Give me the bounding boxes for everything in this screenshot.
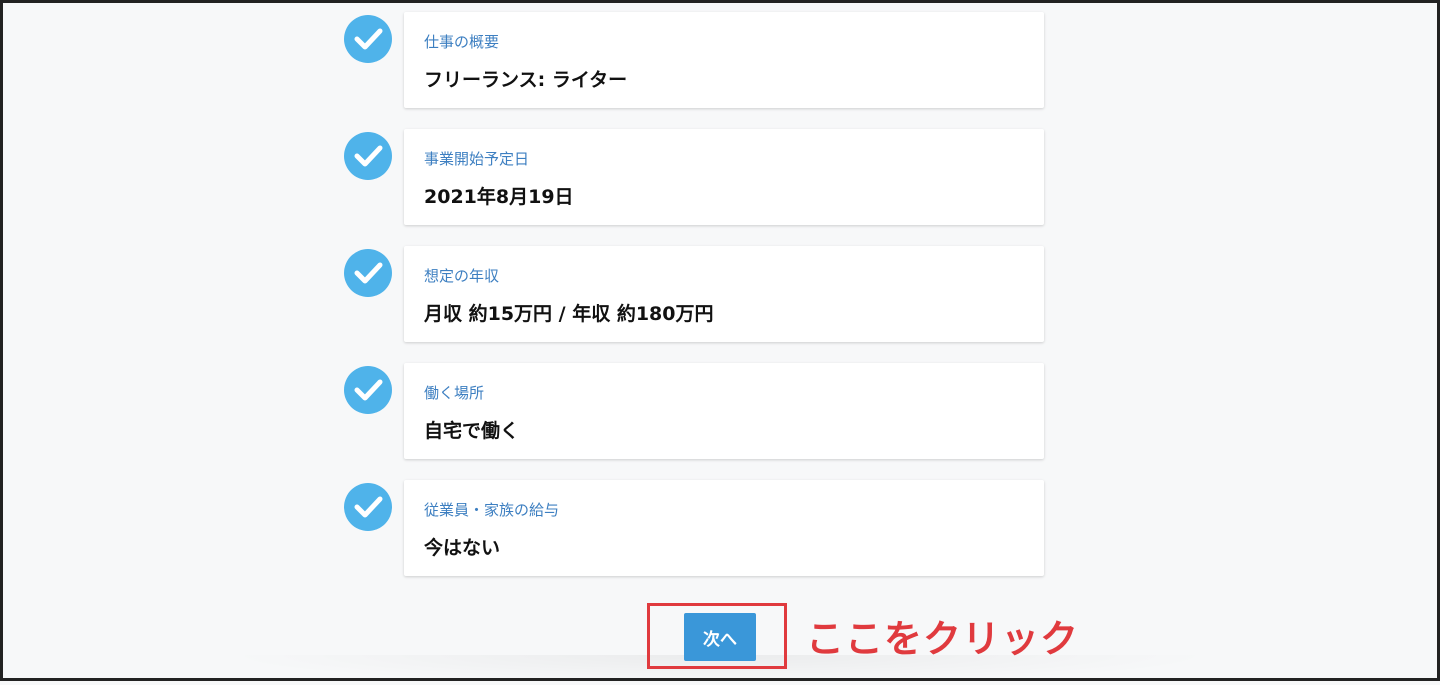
card-label: 仕事の概要 [424, 33, 500, 51]
card-value: 2021年8月19日 [424, 186, 574, 208]
summary-card: 事業開始予定日 2021年8月19日 [404, 129, 1044, 225]
card-label: 事業開始予定日 [424, 150, 530, 168]
summary-card: 仕事の概要 フリーランス: ライター [404, 12, 1044, 108]
summary-item-start-date: 事業開始予定日 2021年8月19日 [344, 129, 1044, 225]
check-circle-icon [344, 249, 392, 297]
card-value: フリーランス: ライター [424, 69, 628, 91]
card-value: 自宅で働く [424, 420, 520, 442]
highlight-box [647, 603, 787, 669]
summary-card: 想定の年収 月収 約15万円 / 年収 約180万円 [404, 246, 1044, 342]
check-circle-icon [344, 15, 392, 63]
summary-card: 働く場所 自宅で働く [404, 363, 1044, 459]
summary-item-income: 想定の年収 月収 約15万円 / 年収 約180万円 [344, 246, 1044, 342]
card-value: 月収 約15万円 / 年収 約180万円 [424, 303, 714, 325]
check-circle-icon [344, 366, 392, 414]
summary-card: 従業員・家族の給与 今はない [404, 480, 1044, 576]
card-label: 想定の年収 [424, 267, 500, 285]
summary-item-salary: 従業員・家族の給与 今はない [344, 480, 1044, 576]
card-label: 従業員・家族の給与 [424, 501, 560, 519]
summary-item-workplace: 働く場所 自宅で働く [344, 363, 1044, 459]
summary-item-job: 仕事の概要 フリーランス: ライター [344, 12, 1044, 108]
check-circle-icon [344, 132, 392, 180]
click-here-annotation: ここをクリック [806, 617, 1080, 661]
card-label: 働く場所 [424, 384, 485, 402]
check-circle-icon [344, 483, 392, 531]
card-value: 今はない [424, 537, 501, 559]
